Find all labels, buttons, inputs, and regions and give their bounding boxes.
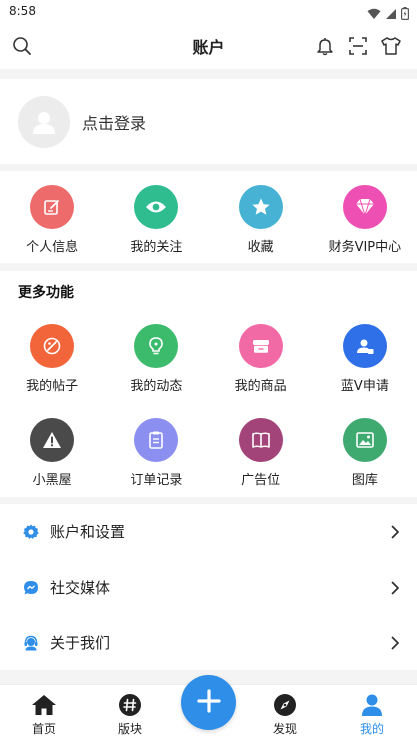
menu-label: 账户和设置 <box>50 523 126 541</box>
chevron-right-icon <box>389 524 401 540</box>
post-icon <box>30 324 75 368</box>
section-title: 更多功能 <box>18 285 74 301</box>
function-blackroom[interactable]: 小黑屋 <box>0 418 104 488</box>
function-label: 我的动态 <box>130 379 183 394</box>
verify-icon <box>342 324 387 368</box>
eye-icon <box>134 185 179 229</box>
warning-icon <box>30 418 75 462</box>
tab-label: 我的 <box>359 722 384 736</box>
tab-discover[interactable]: 发现 <box>255 685 315 740</box>
hash-icon <box>117 692 143 718</box>
login-label[interactable]: 点击登录 <box>82 110 146 134</box>
scan-icon[interactable] <box>346 34 370 58</box>
tab-label: 版块 <box>117 722 142 736</box>
menu-item-social-media[interactable]: 社交媒体 <box>0 560 417 615</box>
function-verify[interactable]: 蓝V申请 <box>313 324 417 394</box>
home-icon <box>31 692 57 718</box>
book-icon <box>238 418 283 462</box>
compass-icon <box>272 692 298 718</box>
quick-link-label: 收藏 <box>247 240 274 255</box>
image-icon <box>342 418 387 462</box>
function-label: 我的帖子 <box>26 379 79 394</box>
menu-item-account-settings[interactable]: 账户和设置 <box>0 504 417 559</box>
menu-label: 关于我们 <box>50 634 111 652</box>
quick-links: 个人信息 我的关注 收藏 财务VIP中心 <box>0 171 417 263</box>
function-orders[interactable]: 订单记录 <box>104 418 208 488</box>
quick-link-favorites[interactable]: 收藏 <box>209 185 313 255</box>
tab-home[interactable]: 首页 <box>14 685 74 740</box>
menu-label: 社交媒体 <box>50 579 111 597</box>
chevron-right-icon <box>389 580 401 596</box>
signal-icon <box>385 5 397 24</box>
status-icons <box>367 5 410 24</box>
battery-icon <box>401 5 410 24</box>
headset-icon <box>22 634 40 652</box>
status-time: 8:58 <box>9 4 36 18</box>
bell-icon[interactable] <box>313 34 337 58</box>
quick-link-label: 我的关注 <box>130 240 183 255</box>
quick-link-profile[interactable]: 个人信息 <box>0 185 104 255</box>
avatar[interactable] <box>18 95 70 148</box>
tab-sections[interactable]: 版块 <box>100 685 160 740</box>
order-icon <box>134 418 179 462</box>
status-bar: 8:58 <box>0 0 417 24</box>
function-label: 小黑屋 <box>32 473 72 488</box>
function-my-posts[interactable]: 我的帖子 <box>0 324 104 394</box>
quick-link-label: 财务VIP中心 <box>328 240 402 255</box>
login-card[interactable]: 点击登录 <box>0 79 417 164</box>
bulb-icon <box>134 324 179 368</box>
function-label: 订单记录 <box>130 473 183 488</box>
gear-icon <box>22 523 40 541</box>
wifi-icon <box>367 5 381 24</box>
function-ads[interactable]: 广告位 <box>209 418 313 488</box>
star-icon <box>238 185 283 229</box>
quick-link-following[interactable]: 我的关注 <box>104 185 208 255</box>
diamond-icon <box>342 185 387 229</box>
create-post-button[interactable] <box>181 675 236 730</box>
tab-label: 首页 <box>31 722 56 736</box>
shirt-icon[interactable] <box>379 34 403 58</box>
goods-icon <box>238 324 283 368</box>
function-label: 蓝V申请 <box>340 379 389 394</box>
function-label: 广告位 <box>241 473 281 488</box>
quick-link-vip[interactable]: 财务VIP中心 <box>313 185 417 255</box>
chevron-right-icon <box>389 635 401 651</box>
chat-icon <box>22 579 40 597</box>
tab-mine[interactable]: 我的 <box>342 685 402 740</box>
function-my-activity[interactable]: 我的动态 <box>104 324 208 394</box>
tab-label: 发现 <box>272 722 297 736</box>
function-label: 图库 <box>351 473 378 488</box>
plus-icon <box>196 688 222 718</box>
function-gallery[interactable]: 图库 <box>313 418 417 488</box>
person-icon <box>359 692 385 718</box>
settings-menu: 账户和设置 社交媒体 关于我们 <box>0 504 417 670</box>
function-my-goods[interactable]: 我的商品 <box>209 324 313 394</box>
menu-item-about-us[interactable]: 关于我们 <box>0 615 417 670</box>
more-functions-section: 更多功能 我的帖子 我的动态 我的商品 蓝V申请 小黑屋 订单记录 广告位 图库 <box>0 271 417 497</box>
app-header: 账户 <box>0 24 417 69</box>
function-label: 我的商品 <box>234 379 287 394</box>
quick-link-label: 个人信息 <box>26 240 79 255</box>
edit-icon <box>30 185 75 229</box>
